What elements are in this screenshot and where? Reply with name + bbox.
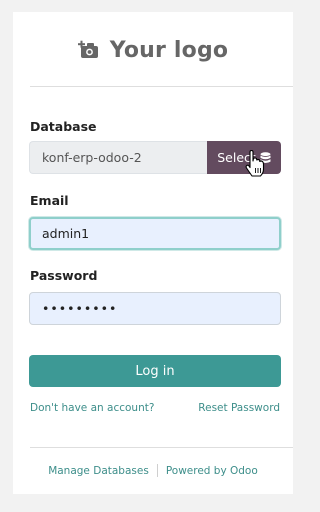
camera-plus-icon: [77, 39, 102, 61]
footer: Manage Databases Powered by Odoo: [13, 464, 293, 477]
logo: Your logo: [13, 34, 293, 66]
reset-password-link[interactable]: Reset Password: [198, 402, 280, 414]
database-selector: konf-erp-odoo-2 Select: [29, 141, 281, 174]
signup-link[interactable]: Don't have an account?: [30, 402, 154, 414]
password-field[interactable]: •••••••••: [29, 292, 281, 325]
footer-separator: [156, 464, 158, 477]
login-button[interactable]: Log in: [29, 355, 281, 387]
database-field: konf-erp-odoo-2: [29, 141, 207, 174]
email-field[interactable]: admin1: [29, 217, 281, 250]
password-label: Password: [30, 268, 98, 283]
database-label: Database: [30, 119, 97, 134]
powered-by-link[interactable]: Powered by Odoo: [166, 465, 258, 477]
hand-pointer-icon: [245, 149, 265, 182]
logo-text: Your logo: [109, 37, 229, 63]
footer-divider: [30, 447, 293, 448]
header-divider: [30, 86, 293, 87]
login-card: Your logo Database konf-erp-odoo-2 Selec…: [13, 12, 293, 494]
manage-databases-link[interactable]: Manage Databases: [48, 465, 149, 477]
select-database-button[interactable]: Select: [207, 141, 281, 174]
email-label: Email: [30, 193, 69, 208]
